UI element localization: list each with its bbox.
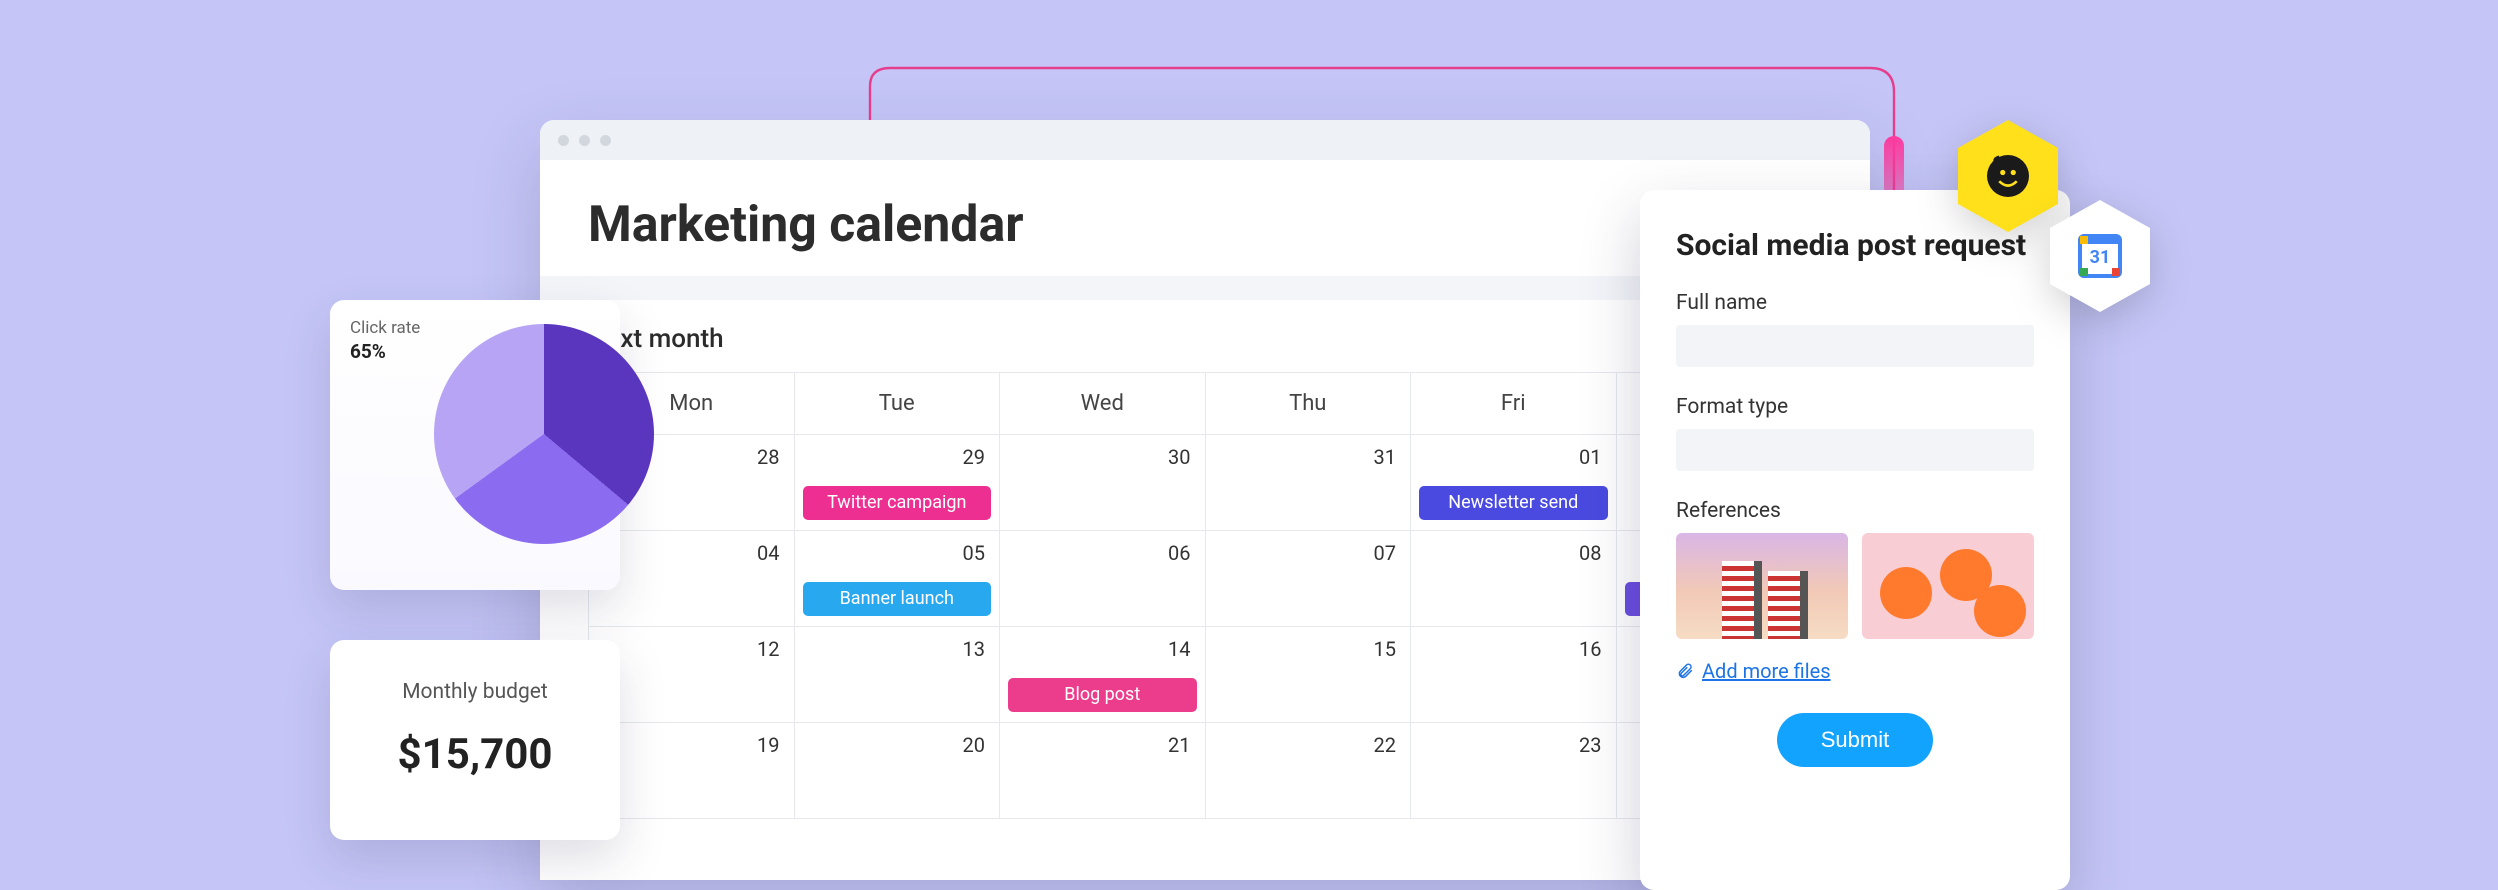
- google-calendar-badge[interactable]: 31: [2050, 200, 2150, 312]
- mailchimp-icon: [1980, 148, 2036, 204]
- traffic-light-dot: [558, 135, 569, 146]
- calendar-cell[interactable]: 07: [1206, 531, 1412, 627]
- calendar-date: 28: [757, 445, 779, 469]
- calendar-cell[interactable]: 31: [1206, 435, 1412, 531]
- calendar-cell[interactable]: 21: [1000, 723, 1206, 819]
- calendar-date: 07: [1374, 541, 1396, 565]
- traffic-light-dot: [600, 135, 611, 146]
- calendar-date: 20: [963, 733, 985, 757]
- calendar-cell[interactable]: 29 Twitter campaign: [795, 435, 1001, 531]
- calendar-event[interactable]: Newsletter send: [1419, 486, 1608, 520]
- calendar-date: 31: [1374, 445, 1396, 469]
- calendar-date: 04: [757, 541, 779, 565]
- calendar-date: 06: [1168, 541, 1190, 565]
- pie-chart: [434, 324, 654, 544]
- form-title: Social media post request: [1676, 228, 2034, 263]
- calendar-cell[interactable]: 05 Banner launch: [795, 531, 1001, 627]
- calendar-date: 05: [963, 541, 985, 565]
- calendar-date: 14: [1168, 637, 1190, 661]
- calendar-date: 23: [1579, 733, 1601, 757]
- stage: Marketing calendar Next month MonTueWedT…: [0, 0, 2498, 840]
- calendar-date: 16: [1579, 637, 1601, 661]
- window-titlebar: [540, 120, 1870, 160]
- add-more-files-label: Add more files: [1702, 659, 1831, 683]
- calendar-cell[interactable]: 16: [1411, 627, 1617, 723]
- calendar-cell[interactable]: 13: [795, 627, 1001, 723]
- calendar-cell[interactable]: 23: [1411, 723, 1617, 819]
- calendar-date: 29: [963, 445, 985, 469]
- calendar-event[interactable]: Banner launch: [803, 582, 992, 616]
- calendar-date: 19: [757, 733, 779, 757]
- calendar-date: 12: [757, 637, 779, 661]
- reference-thumbnail[interactable]: [1862, 533, 2034, 639]
- references-row: [1676, 533, 2034, 639]
- calendar-cell[interactable]: 15: [1206, 627, 1412, 723]
- calendar-cell[interactable]: 01 Newsletter send: [1411, 435, 1617, 531]
- google-calendar-icon: 31: [2074, 230, 2126, 282]
- calendar-cell[interactable]: 22: [1206, 723, 1412, 819]
- budget-label: Monthly budget: [330, 680, 620, 704]
- calendar-header-cell: Thu: [1206, 373, 1412, 435]
- paperclip-icon: [1676, 662, 1694, 680]
- calendar-cell[interactable]: 06: [1000, 531, 1206, 627]
- references-label: References: [1676, 499, 2034, 523]
- calendar-date: 22: [1374, 733, 1396, 757]
- calendar-date: 30: [1168, 445, 1190, 469]
- budget-value: $15,700: [330, 730, 620, 779]
- full-name-input[interactable]: [1676, 325, 2034, 367]
- svg-text:31: 31: [2090, 247, 2111, 268]
- form-panel: Social media post request Full name Form…: [1640, 190, 2070, 890]
- reference-thumbnail[interactable]: [1676, 533, 1848, 639]
- full-name-label: Full name: [1676, 291, 2034, 315]
- calendar-date: 21: [1168, 733, 1190, 757]
- submit-button[interactable]: Submit: [1777, 713, 1933, 767]
- format-type-label: Format type: [1676, 395, 2034, 419]
- calendar-event[interactable]: Blog post: [1008, 678, 1197, 712]
- calendar-event[interactable]: Twitter campaign: [803, 486, 992, 520]
- calendar-date: 15: [1374, 637, 1396, 661]
- calendar-date: 01: [1579, 445, 1601, 469]
- calendar-cell[interactable]: 08: [1411, 531, 1617, 627]
- calendar-date: 13: [963, 637, 985, 661]
- calendar-header-cell: Wed: [1000, 373, 1206, 435]
- calendar-cell[interactable]: 30: [1000, 435, 1206, 531]
- calendar-date: 08: [1579, 541, 1601, 565]
- calendar-cell[interactable]: 20: [795, 723, 1001, 819]
- click-rate-card: Click rate 65%: [330, 300, 620, 590]
- format-type-input[interactable]: [1676, 429, 2034, 471]
- calendar-header-cell: Fri: [1411, 373, 1617, 435]
- mailchimp-badge[interactable]: [1958, 120, 2058, 232]
- traffic-light-dot: [579, 135, 590, 146]
- calendar-header-cell: Tue: [795, 373, 1001, 435]
- calendar-cell[interactable]: 14 Blog post: [1000, 627, 1206, 723]
- budget-card: Monthly budget $15,700: [330, 640, 620, 840]
- calendar-grid: MonTueWedThuFriSat2829Twitter campaign30…: [588, 372, 1822, 819]
- add-more-files-link[interactable]: Add more files: [1676, 659, 2034, 683]
